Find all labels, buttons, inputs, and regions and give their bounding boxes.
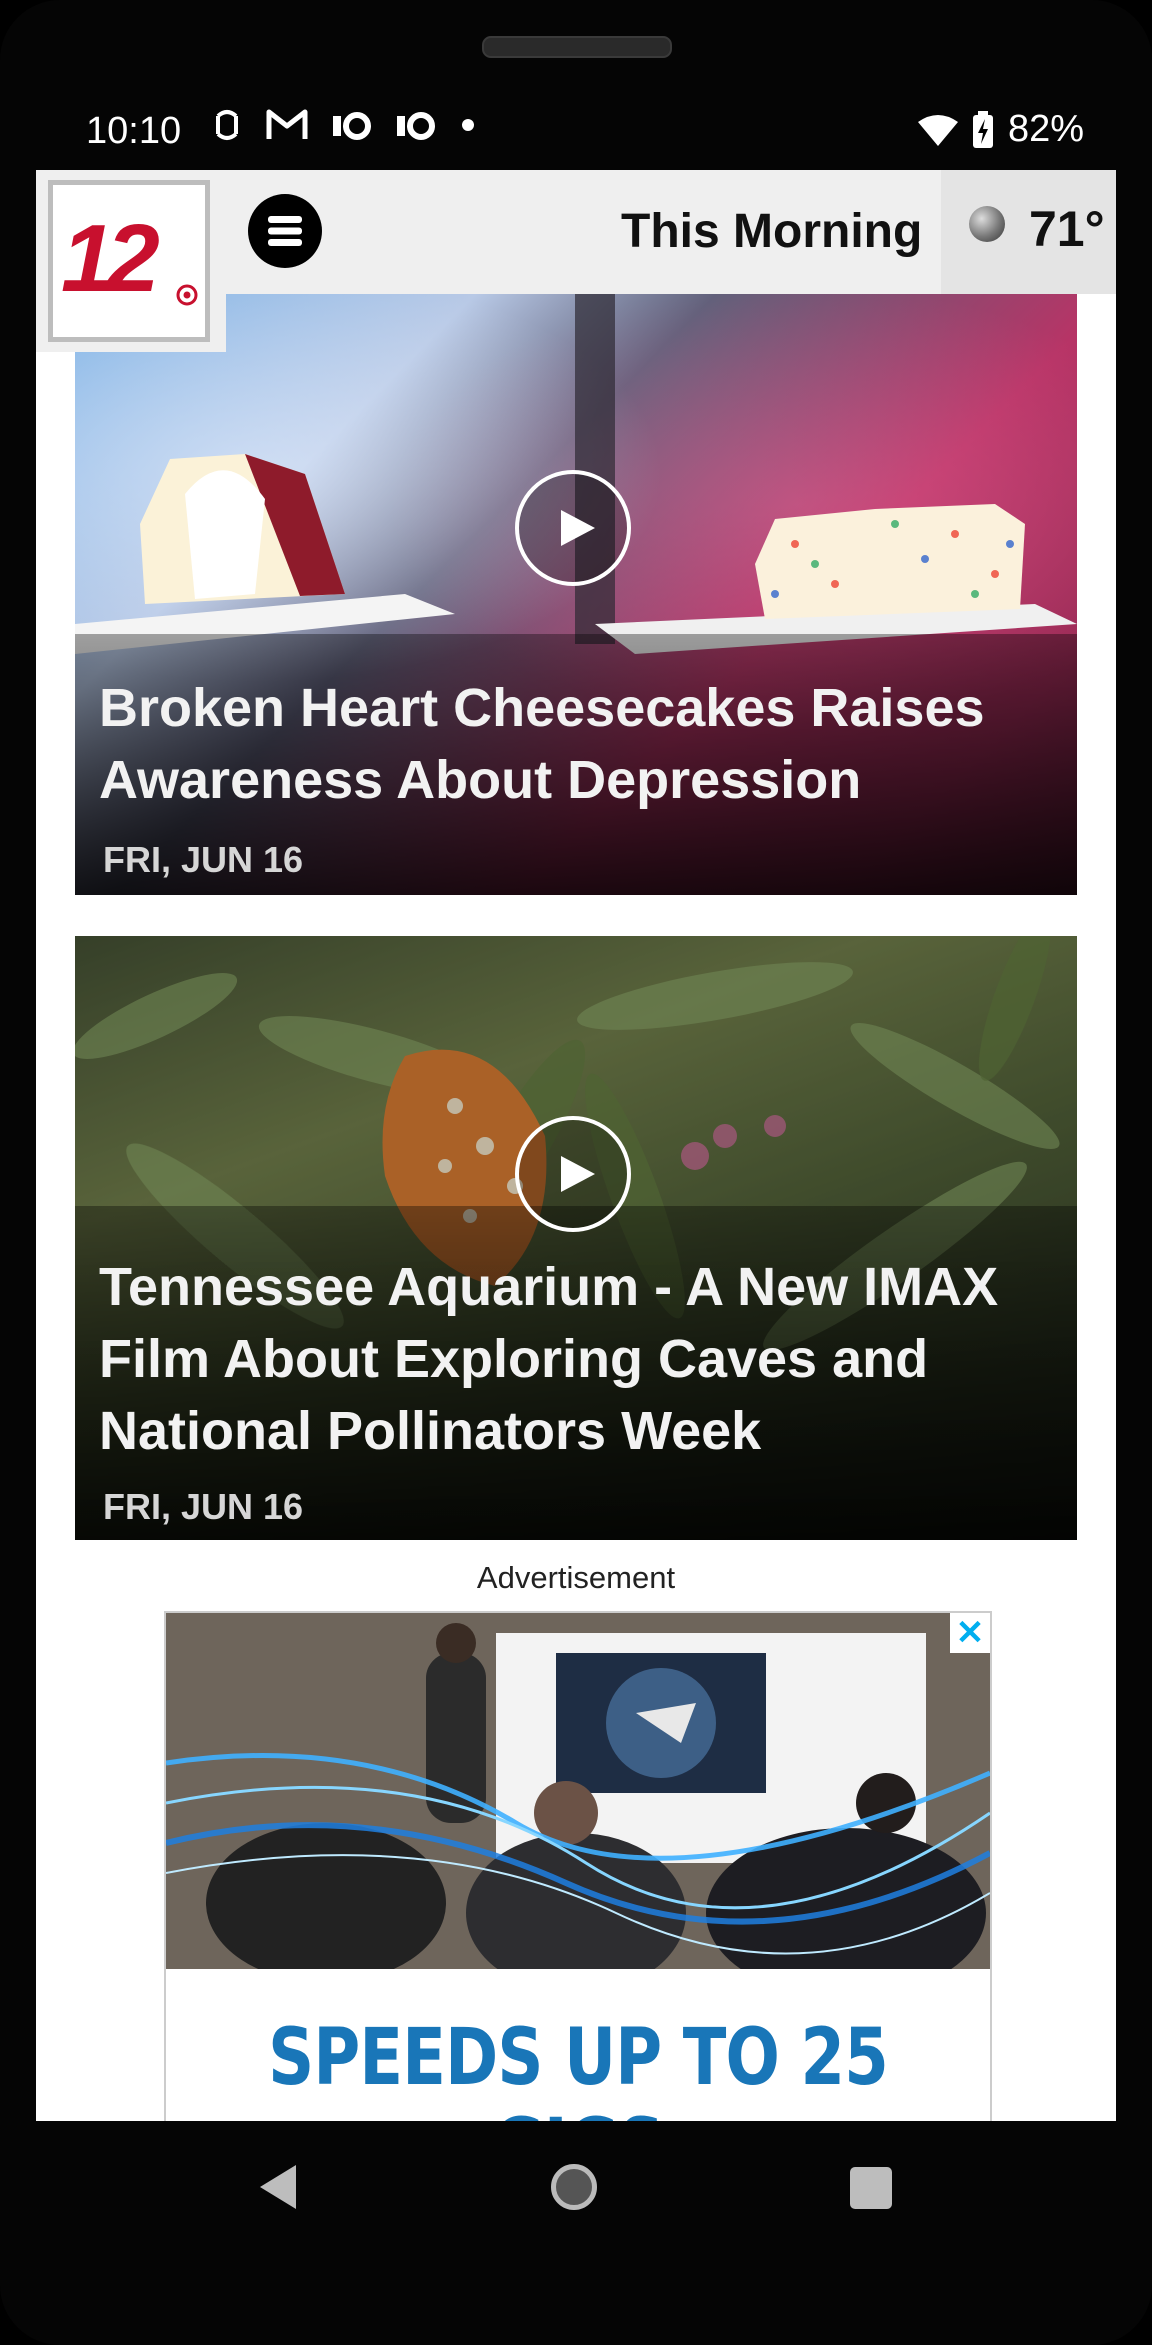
wifi-icon: [917, 114, 958, 146]
play-icon: [561, 510, 595, 546]
gmail-icon: [266, 109, 308, 139]
wbtv-12-logo: 12: [61, 205, 198, 312]
news-app-icon: [397, 112, 435, 140]
story-date: FRI, JUN 16: [103, 1486, 304, 1527]
hamburger-icon: [268, 216, 302, 246]
battery-percent: 82%: [1007, 108, 1084, 150]
status-bar: 10:10 82%: [36, 100, 1116, 170]
page-title: This Morning: [621, 205, 923, 258]
station-logo[interactable]: 12: [48, 180, 210, 342]
ad-classroom-image: [166, 1613, 990, 1998]
status-time: 10:10: [86, 110, 182, 152]
ad-image: [166, 1613, 990, 1998]
weather-moon-icon: [969, 206, 1005, 242]
ad-headline: SPEEDS UP TO 25 GIGS: [268, 2013, 889, 2121]
play-icon: [561, 1156, 595, 1192]
sync-icon: [216, 110, 238, 140]
home-icon[interactable]: [551, 2164, 597, 2210]
story-card[interactable]: Tennessee Aquarium - A New IMAX Film Abo…: [75, 936, 1077, 1540]
story-date: FRI, JUN 16: [103, 839, 304, 880]
story-title[interactable]: Tennessee Aquarium - A New IMAX Film Abo…: [99, 1251, 1053, 1467]
svg-text:12: 12: [61, 205, 159, 312]
dot-icon: [462, 119, 474, 131]
story-title[interactable]: Broken Heart Cheesecakes Raises Awarenes…: [99, 672, 1053, 816]
back-icon[interactable]: [258, 2163, 298, 2211]
news-app-icon: [333, 112, 371, 140]
weather-widget[interactable]: 71°: [941, 170, 1116, 294]
recents-icon[interactable]: [850, 2167, 892, 2209]
play-button[interactable]: [515, 470, 631, 586]
weather-temperature: 71°: [1029, 201, 1105, 257]
story-card[interactable]: Broken Heart Cheesecakes Raises Awarenes…: [75, 294, 1077, 895]
menu-button[interactable]: [248, 194, 322, 268]
notification-icons: [212, 106, 476, 144]
advertisement-banner[interactable]: ✕ SPEEDS UP TO 25 GIGS: [164, 1611, 992, 2121]
earpiece-speaker: [482, 36, 672, 58]
app-screen: This Morning 71° 12 Broken Heart Cheesec…: [36, 170, 1116, 2121]
phone-frame: 10:10 82% This Morning 71° 12 Broken Hea…: [0, 0, 1152, 2345]
battery-icon: [972, 110, 993, 148]
ad-label: Advertisement: [476, 1560, 676, 1595]
system-icons: 82%: [917, 108, 1084, 151]
system-navigation-bar: [0, 2121, 1152, 2261]
play-button[interactable]: [515, 1116, 631, 1232]
ad-close-button[interactable]: ✕: [950, 1613, 990, 1653]
